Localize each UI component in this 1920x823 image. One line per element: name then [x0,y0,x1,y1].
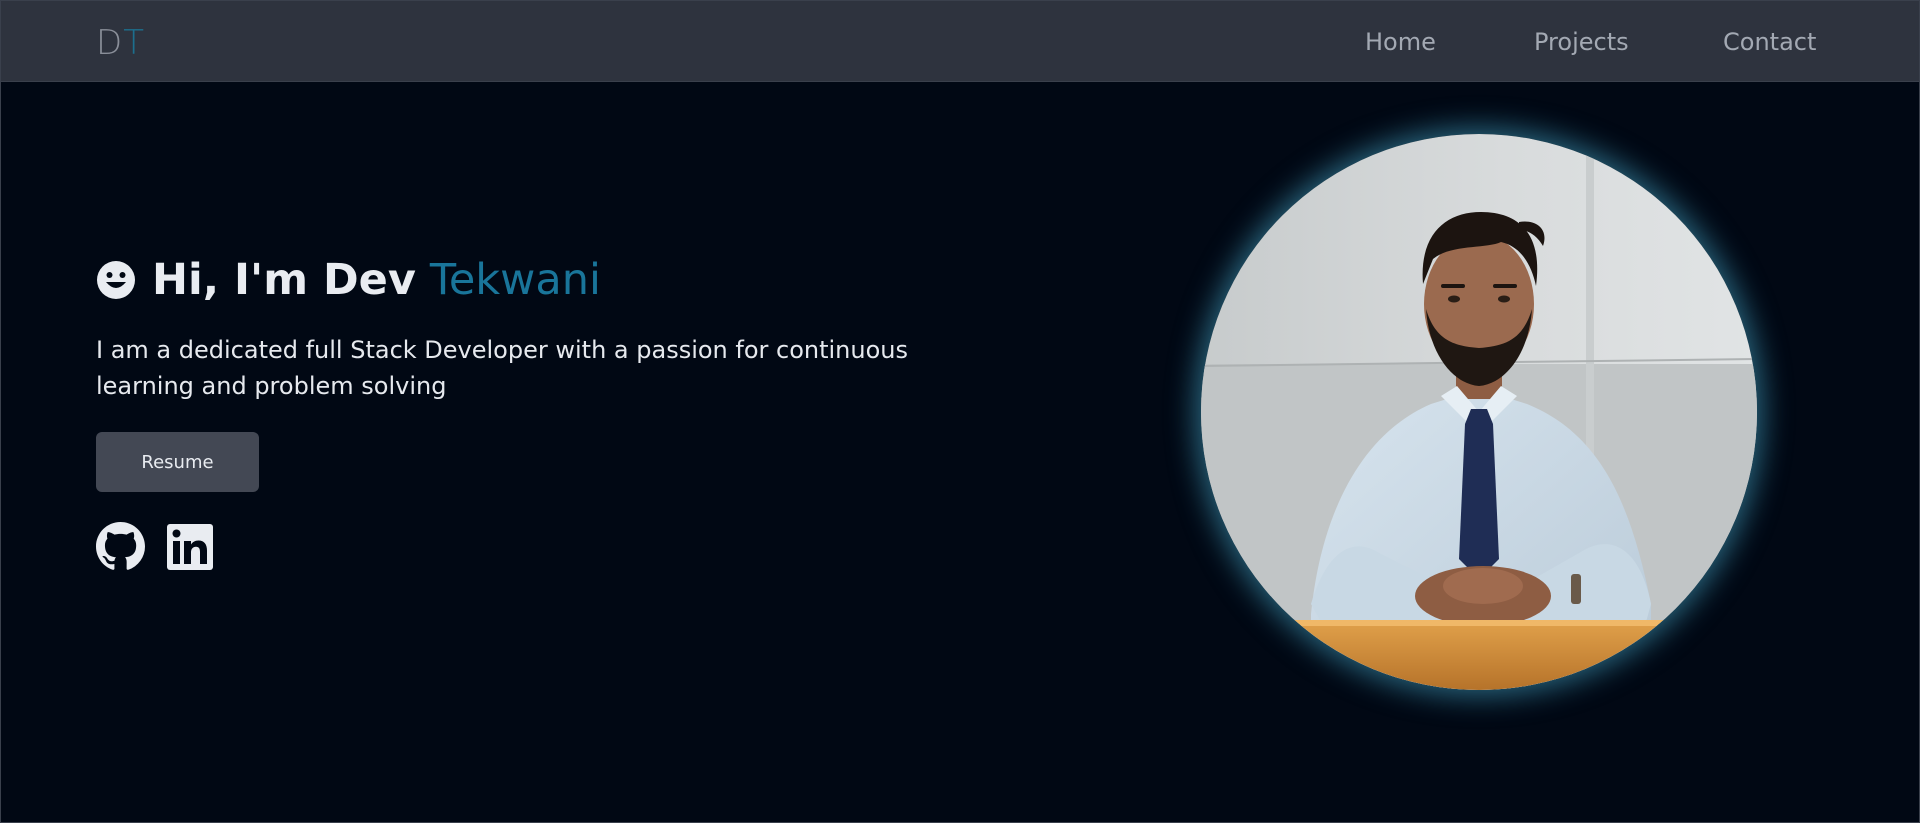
profile-photo [1201,134,1757,690]
logo-letter-d: D [96,23,124,63]
greeting-highlight: Tekwani [429,255,601,305]
resume-button[interactable]: Resume [96,432,259,492]
linkedin-icon [167,524,213,570]
greeting-prefix: Hi, I'm Dev [152,255,416,305]
nav-link-contact[interactable]: Contact [1723,26,1816,58]
logo-letter-t: T [123,23,145,63]
nav-link-home[interactable]: Home [1365,26,1436,58]
hero-heading: Hi, I'm Dev Tekwani [96,253,601,307]
profile-photo-illustration [1201,134,1757,690]
hero-bio: I am a dedicated full Stack Developer wi… [96,336,909,400]
nav-link-projects[interactable]: Projects [1534,26,1629,58]
linkedin-link[interactable] [167,524,213,570]
navbar: DT Home Projects Contact [1,1,1919,82]
github-link[interactable] [96,522,145,571]
portfolio-page: DT Home Projects Contact Hi, I'm Dev Tek… [0,0,1920,823]
smiley-face-icon [97,261,135,299]
site-logo[interactable]: DT [96,23,145,63]
github-icon [96,522,145,570]
